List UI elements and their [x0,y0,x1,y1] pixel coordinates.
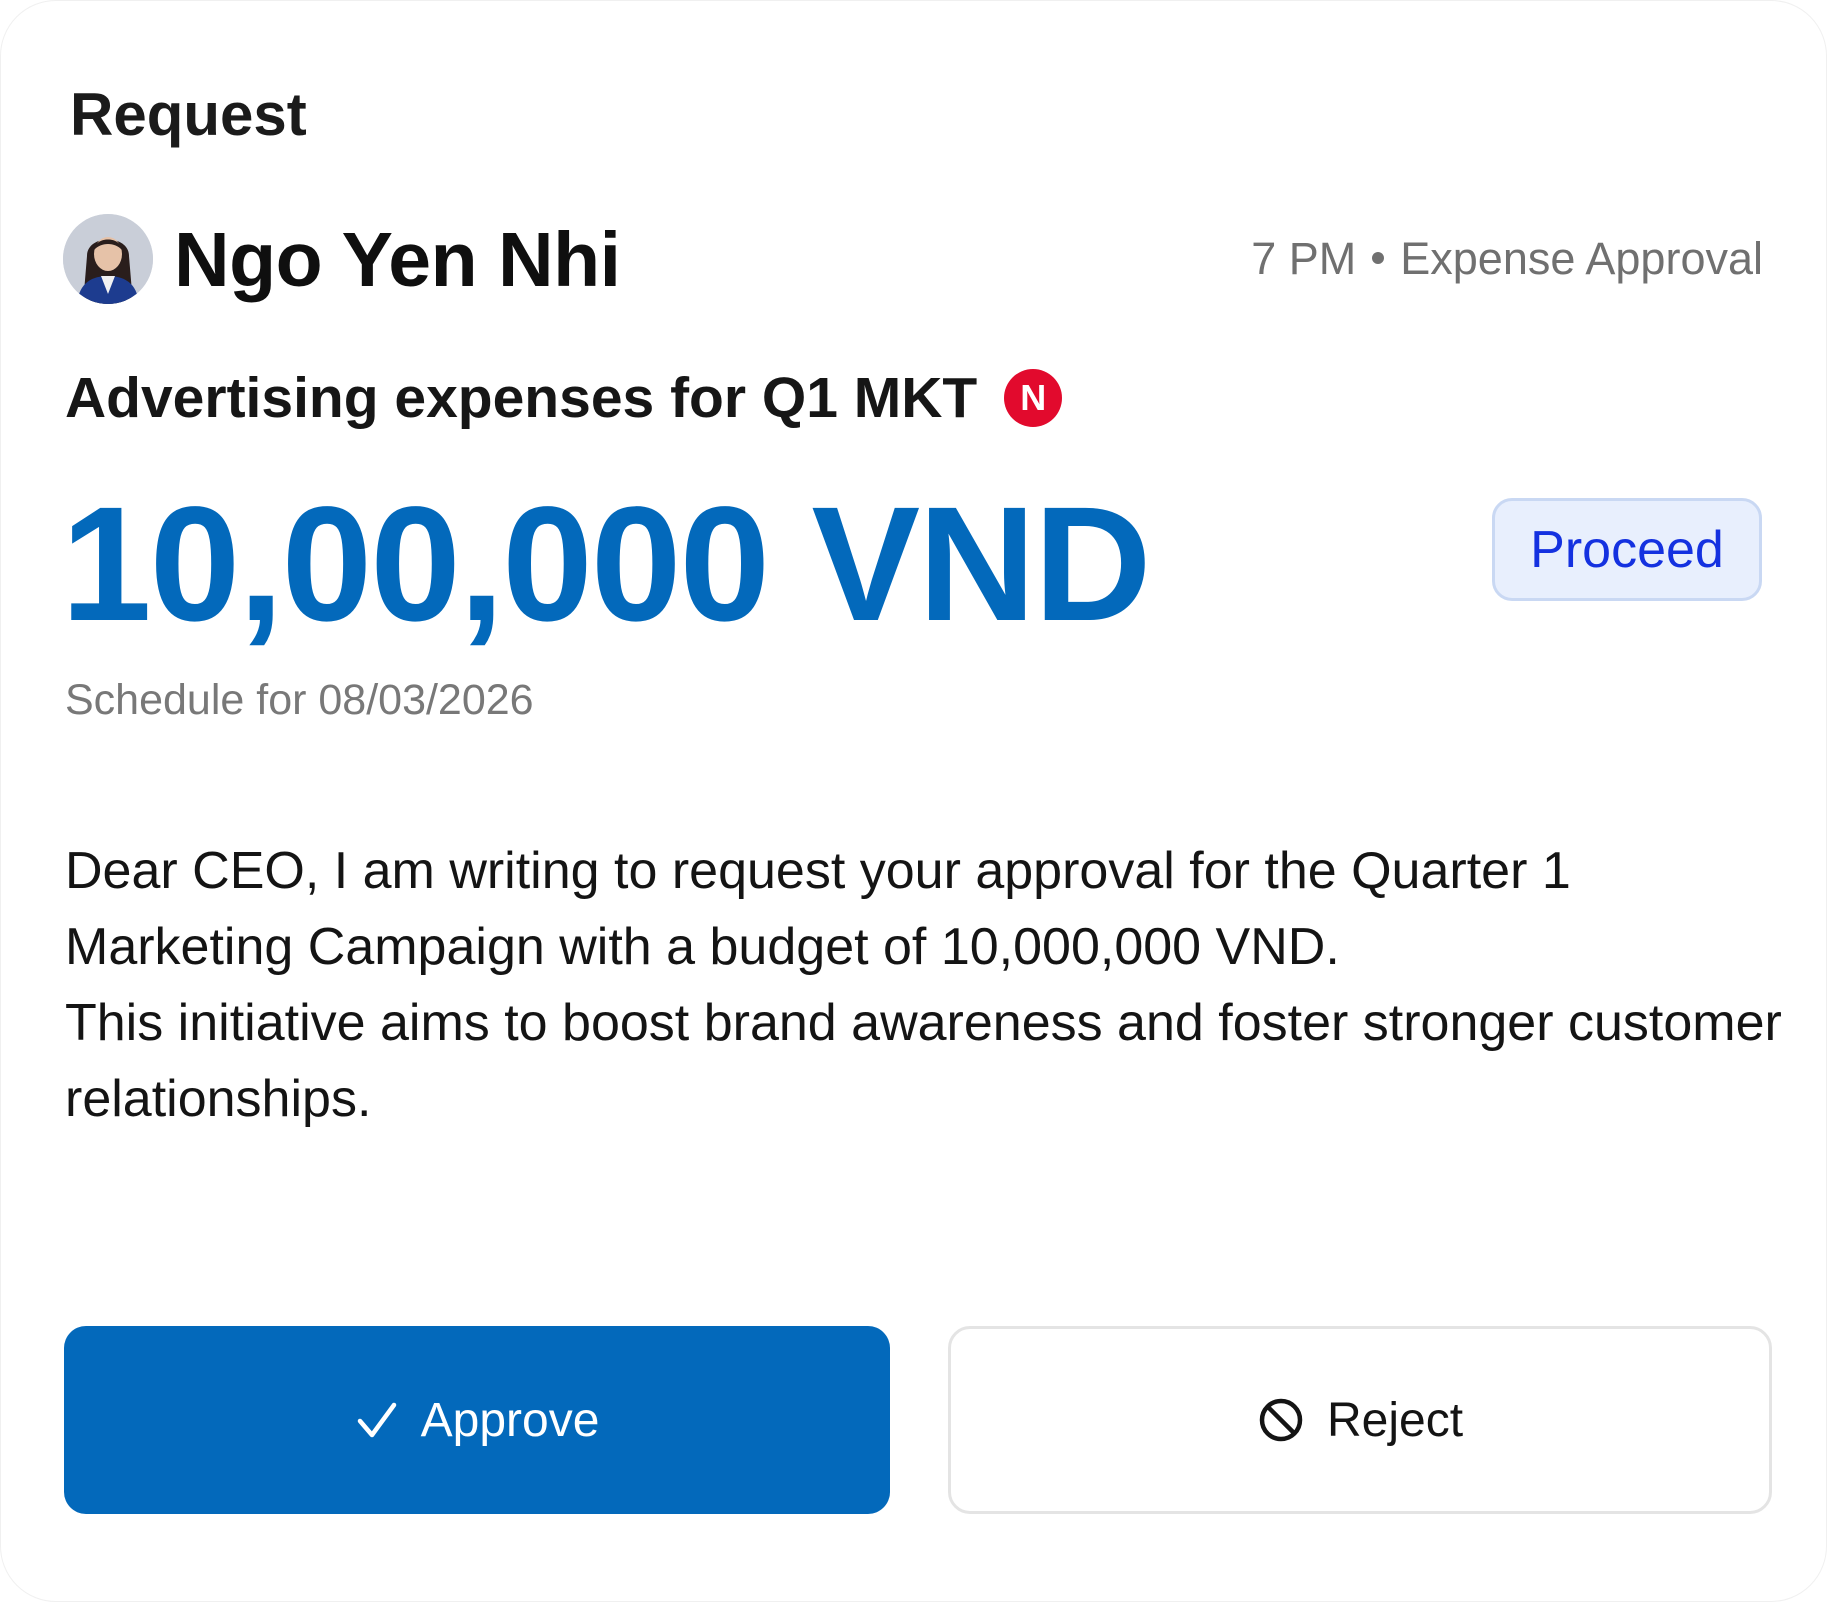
block-icon [1257,1396,1305,1444]
message-paragraph: This initiative aims to boost brand awar… [65,994,1782,1128]
request-category: Expense Approval [1400,233,1763,284]
card-title: Request [70,81,307,148]
checkmark-icon [355,1398,399,1442]
approve-button[interactable]: Approve [64,1326,890,1514]
request-subject: Advertising expenses for Q1 MKT [65,366,978,430]
subject-row: Advertising expenses for Q1 MKT N [65,363,1063,433]
message-paragraph: Dear CEO, I am writing to request your a… [65,842,1571,976]
request-message: Dear CEO, I am writing to request your a… [65,833,1785,1137]
reject-label: Reject [1326,1393,1464,1447]
request-card: Request Ngo Yen Nhi 7 PM Expense Approval… [0,0,1827,1602]
approve-label: Approve [420,1393,600,1447]
request-amount: 10,00,000 VND [61,472,1152,655]
sender-name[interactable]: Ngo Yen Nhi [174,215,621,305]
schedule-date: Schedule for 08/03/2026 [65,676,534,724]
avatar[interactable] [63,214,153,304]
request-time: 7 PM [1251,233,1357,284]
new-badge: N [1004,369,1063,427]
request-meta: 7 PM Expense Approval [1251,231,1763,287]
status-badge: Proceed [1492,498,1762,601]
reject-button[interactable]: Reject [948,1326,1772,1514]
avatar-image [63,214,153,304]
separator-dot-icon [1372,252,1385,265]
